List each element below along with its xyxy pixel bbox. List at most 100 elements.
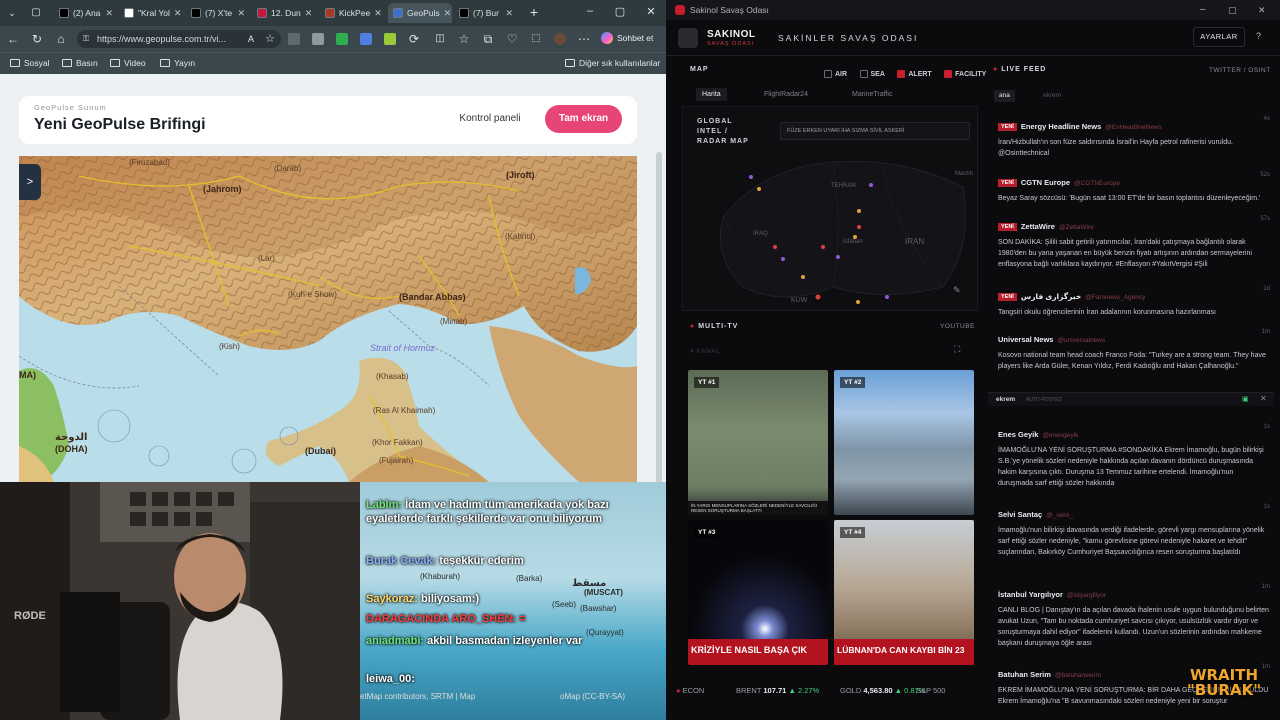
heart-icon[interactable]: ♡ bbox=[504, 31, 520, 47]
feed-author: Batuhan Serim bbox=[998, 670, 1051, 679]
feed-handle: @CGTNEurope bbox=[1074, 180, 1120, 187]
browser-tab[interactable]: (2) Ana ✕ bbox=[54, 3, 118, 23]
app-icon bbox=[675, 5, 685, 15]
map-label-barka: (Barka) bbox=[516, 574, 543, 583]
extension-icon[interactable] bbox=[312, 33, 324, 45]
bookmark-folder-basin[interactable]: Basın bbox=[62, 58, 98, 68]
bookmark-folder-yayin[interactable]: Yayın bbox=[160, 58, 195, 68]
feed-item[interactable]: YENİ Energy Headline News @EnHeadlineNews 4… bbox=[998, 116, 1270, 159]
close-icon[interactable]: ✕ bbox=[1260, 394, 1267, 403]
collections-icon[interactable]: ⧉ bbox=[480, 31, 496, 47]
feed-time: 57s bbox=[1260, 216, 1270, 222]
fullscreen-icon[interactable]: ⛶ bbox=[954, 344, 960, 355]
tv-tile-1[interactable]: YT #1 İN YARGI MENSUPLARINA SÖZLERİ NEDE… bbox=[688, 370, 828, 515]
layer-alert-toggle[interactable]: ALERT bbox=[897, 70, 932, 78]
terrain-map[interactable]: > (Firuzabad) (Darab) (Jahrom) (Jiroft) … bbox=[19, 156, 637, 482]
feed-item[interactable]: Universal News @universalnews 1m Kosovo nat… bbox=[998, 329, 1270, 372]
profile-avatar[interactable] bbox=[554, 33, 566, 45]
close-tab-icon[interactable]: ✕ bbox=[305, 8, 313, 19]
feed-tab-ana[interactable]: ana bbox=[994, 90, 1015, 102]
settings-button[interactable]: AYARLAR bbox=[1193, 27, 1245, 47]
browser-tab[interactable]: "Kral Yol ✕ bbox=[119, 3, 183, 23]
radar-legend: FÜZE ERKEN UYARI İHA SIZMA SİVİL ASKERİ bbox=[780, 122, 970, 140]
close-tab-icon[interactable]: ✕ bbox=[237, 8, 245, 19]
close-window-icon[interactable]: ✕ bbox=[1258, 0, 1266, 20]
feed-text: Beyaz Saray sözcüsü: 'Bugün saat 13:00 E… bbox=[998, 195, 1261, 202]
tab-menu-icon[interactable]: ⌄ bbox=[4, 5, 20, 21]
refresh-icon[interactable]: ↻ bbox=[29, 31, 45, 47]
favorite-star-icon[interactable]: ☆ bbox=[262, 31, 278, 47]
tab-flightradar24[interactable]: FlightRadar24 bbox=[758, 88, 814, 101]
browser-tab[interactable]: KickPee ✕ bbox=[320, 3, 384, 23]
read-aloud-icon[interactable]: A bbox=[243, 31, 259, 47]
copilot-icon bbox=[601, 32, 613, 44]
extension-icon[interactable] bbox=[360, 33, 372, 45]
tab-marinetraffic[interactable]: MarineTraffic bbox=[846, 88, 898, 101]
feed-handle: @EnHeadlineNews bbox=[1105, 124, 1162, 131]
browser-tab[interactable]: GeoPuls ✕ bbox=[388, 3, 452, 23]
copilot-button[interactable]: Sohbet et bbox=[601, 32, 653, 44]
other-bookmarks[interactable]: Diğer sık kullanılanlar bbox=[565, 58, 660, 68]
new-tab-icon[interactable]: + bbox=[526, 4, 542, 20]
tv-tile-2[interactable]: YT #2 bbox=[834, 370, 974, 515]
workspaces-icon[interactable]: ▢ bbox=[28, 5, 44, 21]
presentation-header: GeoPulse Sunum Yeni GeoPulse Brifingi Ko… bbox=[19, 96, 637, 144]
feed-sources: TWITTER / OSINT bbox=[1209, 67, 1271, 74]
browser-tab[interactable]: (7) X'te ✕ bbox=[186, 3, 250, 23]
close-tab-icon[interactable]: ✕ bbox=[444, 8, 452, 19]
fullscreen-button[interactable]: Tam ekran bbox=[545, 105, 622, 133]
extension-icon[interactable] bbox=[336, 33, 348, 45]
help-icon[interactable]: ? bbox=[1256, 31, 1261, 41]
minimize-icon[interactable]: – bbox=[1200, 0, 1206, 20]
browser-tab[interactable]: 12. Dun ✕ bbox=[252, 3, 316, 23]
chat-message: Lablm: İdam ve hadım tüm amerikada yok b… bbox=[366, 498, 656, 526]
minimize-icon[interactable]: – bbox=[580, 5, 600, 17]
map-label-jahrom: (Jahrom) bbox=[203, 184, 242, 194]
close-tab-icon[interactable]: ✕ bbox=[505, 8, 513, 19]
layer-facility-toggle[interactable]: FACILITY bbox=[944, 70, 986, 78]
maximize-icon[interactable]: ▢ bbox=[610, 5, 630, 18]
home-icon[interactable]: ⌂ bbox=[53, 31, 69, 47]
extension-icon[interactable] bbox=[384, 33, 396, 45]
tile-label: YT #4 bbox=[840, 527, 866, 538]
feed-item[interactable]: YENİ خبرگزاری فارس @Farsnews_Agency 1d Tangs… bbox=[998, 286, 1270, 318]
feed-item[interactable]: Selvi Santaç @_selvi_ 1s İmamoğlu'nun bilir… bbox=[998, 504, 1270, 558]
screenshot-icon[interactable]: ⬚ bbox=[528, 31, 544, 47]
close-tab-icon[interactable]: ✕ bbox=[374, 8, 382, 19]
tv-tile-3[interactable]: YT #3 KRİZİYLE NASIL BAŞA ÇIK bbox=[688, 520, 828, 665]
feed-time: 52s bbox=[1260, 172, 1270, 178]
feed-tab-ekrem[interactable]: ekrem bbox=[1038, 90, 1066, 102]
layer-air-toggle[interactable]: AIR bbox=[824, 70, 847, 78]
bookmark-folder-sosyal[interactable]: Sosyal bbox=[10, 58, 50, 68]
close-window-icon[interactable]: ✕ bbox=[641, 5, 661, 18]
feed-item[interactable]: İstanbul Yargılıyor @istyargiliyor 1m CANLI… bbox=[998, 584, 1270, 649]
layer-sea-toggle[interactable]: SEA bbox=[859, 70, 885, 78]
edit-icon[interactable]: ✎ bbox=[953, 285, 961, 296]
favorites-icon[interactable]: ☆ bbox=[456, 31, 472, 47]
feed-handle: @_selvi_ bbox=[1046, 512, 1074, 519]
maximize-icon[interactable]: ▢ bbox=[1228, 0, 1237, 20]
dashboard-button[interactable]: Kontrol paneli bbox=[442, 105, 538, 133]
extension-icon[interactable] bbox=[288, 33, 300, 45]
browser-tab[interactable]: (7) Bur ✕ bbox=[454, 3, 518, 23]
close-tab-icon[interactable]: ✕ bbox=[105, 8, 113, 19]
more-menu-icon[interactable]: ⋯ bbox=[576, 31, 592, 47]
map-label-khaburah: (Khaburah) bbox=[420, 572, 461, 581]
back-icon[interactable]: ← bbox=[5, 31, 21, 47]
bookmark-folder-video[interactable]: Video bbox=[110, 58, 146, 68]
feed-item[interactable]: Enes Geyik @enesgeyik 1s İMAMOĞLU'NA YENİ S… bbox=[998, 424, 1270, 489]
feed-item[interactable]: YENİ ZettaWire @ZettaWire 57s SON DAKİKA: Şi… bbox=[998, 216, 1270, 270]
tab-harita[interactable]: Harita bbox=[696, 88, 727, 101]
map-label-jiroft: (Jiroft) bbox=[506, 170, 535, 180]
split-screen-icon[interactable]: ◫ bbox=[432, 31, 448, 47]
radar-map[interactable]: GLOBAL INTEL / RADAR MAP FÜZE ERKEN UYAR… bbox=[682, 106, 978, 311]
map-label-doha: (DOHA) bbox=[55, 444, 88, 454]
sync-icon[interactable]: ⟳ bbox=[406, 31, 422, 47]
feed2-header: ekrem AUTO-POSTED ▣ ✕ bbox=[988, 392, 1274, 406]
map-panel-toggle[interactable]: > bbox=[19, 164, 41, 200]
tv-tile-4[interactable]: YT #4 LÜBNAN'DA CAN KAYBI BİN 23 bbox=[834, 520, 974, 665]
close-tab-icon[interactable]: ✕ bbox=[174, 8, 182, 19]
feed-text: İmamoğlu'nun bilirkişi davasında verdiği… bbox=[998, 527, 1265, 556]
map-attribution-license: oMap (CC-BY-SA) bbox=[560, 692, 626, 701]
feed-item[interactable]: YENİ CGTN Europe @CGTNEurope 52s Beyaz Saray… bbox=[998, 172, 1270, 204]
